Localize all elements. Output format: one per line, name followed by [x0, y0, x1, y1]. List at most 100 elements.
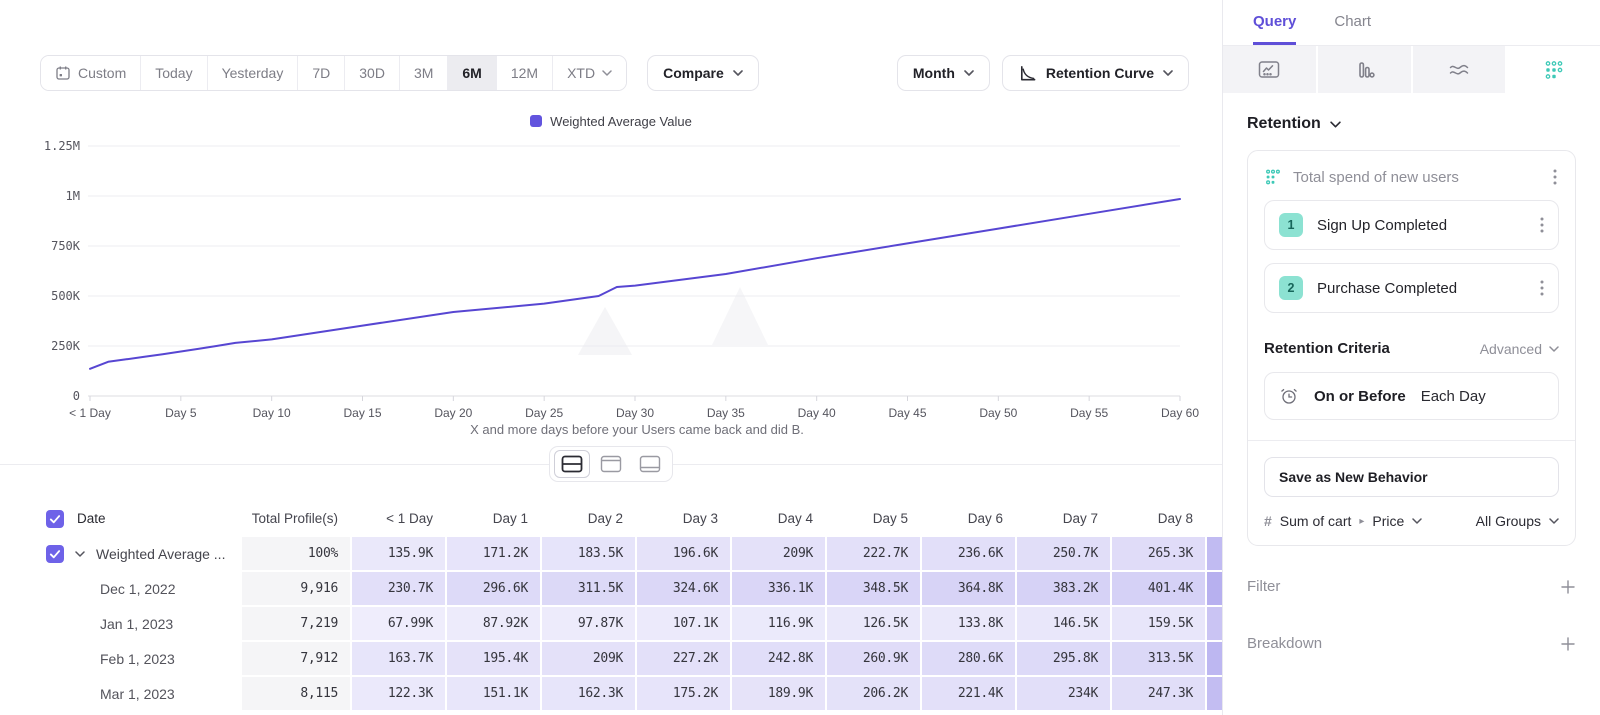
chevron-down-icon — [733, 70, 743, 76]
date-range-3m[interactable]: 3M — [399, 56, 447, 90]
date-range-6m[interactable]: 6M — [447, 56, 495, 90]
date-range-label: 7D — [312, 65, 330, 81]
step-row-1[interactable]: 1 Sign Up Completed — [1264, 200, 1559, 250]
retention-value-cell: 107.1K — [637, 607, 730, 640]
tab-chart[interactable]: Chart — [1334, 13, 1371, 45]
row-label-text: Mar 1, 2023 — [100, 686, 175, 702]
retention-icon[interactable] — [1507, 46, 1600, 93]
retention-value-cell: 230.7K — [352, 572, 445, 605]
calendar-icon — [55, 65, 71, 81]
date-range-xtd[interactable]: XTD — [552, 56, 626, 90]
chart-focus-view-button[interactable] — [593, 450, 629, 478]
x-axis-tick-label: Day 50 — [979, 406, 1017, 420]
retention-value-cell: 133.8K — [922, 607, 1015, 640]
column-header: Day 3 — [637, 502, 730, 535]
date-range-yesterday[interactable]: Yesterday — [207, 56, 298, 90]
sidebar-tabs: Query Chart — [1223, 0, 1600, 46]
add-breakdown-button[interactable] — [1560, 636, 1576, 652]
retention-value-cell: 97.87K — [542, 607, 635, 640]
date-range-today[interactable]: Today — [140, 56, 206, 90]
column-header-overflow — [1207, 502, 1222, 535]
select-all-checkbox[interactable] — [46, 510, 64, 528]
chevron-down-icon — [1163, 70, 1173, 76]
retention-value-cell: 196.6K — [637, 537, 730, 570]
total-profiles-cell: 7,219 — [242, 607, 350, 640]
x-axis-tick-label: Day 55 — [1070, 406, 1108, 420]
behavior-title: Total spend of new users — [1293, 169, 1540, 186]
split-view-button[interactable] — [554, 450, 590, 478]
layout-divider — [0, 444, 1222, 484]
y-axis-tick-label: 750K — [51, 239, 81, 253]
date-range-custom[interactable]: Custom — [41, 56, 140, 90]
date-range-label: XTD — [567, 65, 595, 81]
measure-property-label: Price — [1372, 513, 1404, 529]
granularity-dropdown[interactable]: Month — [897, 55, 990, 91]
retention-value-cell: 313.5K — [1112, 642, 1205, 675]
flows-icon[interactable] — [1413, 46, 1506, 93]
insights-icon[interactable] — [1223, 46, 1316, 93]
retention-value-cell: 247.3K — [1112, 677, 1205, 710]
kebab-menu-icon[interactable] — [1538, 215, 1546, 235]
x-axis-tick-label: Day 45 — [888, 406, 926, 420]
date-range-label: 12M — [511, 65, 538, 81]
overflow-value-cell — [1207, 677, 1222, 710]
retention-window-selector[interactable]: On or Before Each Day — [1264, 372, 1559, 420]
granularity-label: Month — [913, 65, 955, 81]
column-header: Day 6 — [922, 502, 1015, 535]
chart-type-icon-tabs — [1223, 46, 1600, 93]
behavior-header: Total spend of new users — [1264, 167, 1559, 187]
date-range-selector: CustomTodayYesterday 7D 30D 3M 6M 12M XTD — [40, 55, 627, 91]
retention-criteria-label: Retention Criteria — [1264, 340, 1480, 357]
date-range-12m[interactable]: 12M — [496, 56, 552, 90]
row-label-text: Jan 1, 2023 — [100, 616, 173, 632]
column-header: Total Profile(s) — [242, 502, 350, 535]
window-mode-label: On or Before — [1314, 388, 1406, 405]
group-selector-dropdown[interactable]: All Groups — [1476, 513, 1559, 529]
retention-value-cell: 206.2K — [827, 677, 920, 710]
numeric-type-icon: # — [1264, 513, 1272, 529]
overflow-value-cell — [1207, 607, 1222, 640]
date-range-7d[interactable]: 7D — [297, 56, 344, 90]
tab-query[interactable]: Query — [1253, 13, 1296, 45]
criteria-mode-dropdown[interactable]: Advanced — [1480, 341, 1559, 357]
add-filter-button[interactable] — [1560, 579, 1576, 595]
retention-value-cell: 324.6K — [637, 572, 730, 605]
date-range-30d[interactable]: 30D — [344, 56, 399, 90]
chevron-down-icon — [1549, 518, 1559, 524]
retention-value-cell: 146.5K — [1017, 607, 1110, 640]
chart-type-dropdown[interactable]: Retention Curve — [1002, 55, 1189, 91]
kebab-menu-icon[interactable] — [1538, 278, 1546, 298]
row-label-text: Weighted Average ... — [96, 546, 225, 562]
sidebar-content: Retention Total spend of new users — [1223, 93, 1600, 652]
x-axis-tick-label: Day 60 — [1161, 406, 1199, 420]
x-axis-tick-label: Day 15 — [343, 406, 381, 420]
x-axis-tick-label: Day 30 — [616, 406, 654, 420]
chevron-down-icon — [1330, 121, 1341, 128]
y-axis-tick-label: 250K — [51, 339, 81, 353]
retention-value-cell: 242.8K — [732, 642, 825, 675]
retention-value-cell: 162.3K — [542, 677, 635, 710]
retention-value-cell: 209K — [542, 642, 635, 675]
kebab-menu-icon[interactable] — [1551, 167, 1559, 187]
step-row-2[interactable]: 2 Purchase Completed — [1264, 263, 1559, 313]
table-row-label: Jan 1, 2023 — [0, 607, 240, 640]
column-header: Day 5 — [827, 502, 920, 535]
report-type-dropdown[interactable]: Retention — [1247, 115, 1576, 133]
compare-button[interactable]: Compare — [647, 55, 759, 91]
retention-curve-icon — [1018, 64, 1037, 83]
legend-swatch — [530, 115, 542, 127]
row-checkbox[interactable] — [46, 545, 64, 563]
x-axis-tick-label: Day 35 — [707, 406, 745, 420]
date-range-label: 3M — [414, 65, 433, 81]
column-header: Day 4 — [732, 502, 825, 535]
legend-label: Weighted Average Value — [550, 114, 692, 129]
total-profiles-cell: 7,912 — [242, 642, 350, 675]
bar-chart-icon[interactable] — [1318, 46, 1411, 93]
chevron-down-icon[interactable] — [75, 551, 85, 557]
measure-property-dropdown[interactable]: # Sum of cart ▸ Price — [1264, 513, 1476, 529]
total-profiles-cell: 8,115 — [242, 677, 350, 710]
table-focus-view-button[interactable] — [632, 450, 668, 478]
save-as-new-behavior-button[interactable]: Save as New Behavior — [1264, 457, 1559, 497]
retention-value-cell: 116.9K — [732, 607, 825, 640]
watermark-triangle — [578, 307, 632, 355]
